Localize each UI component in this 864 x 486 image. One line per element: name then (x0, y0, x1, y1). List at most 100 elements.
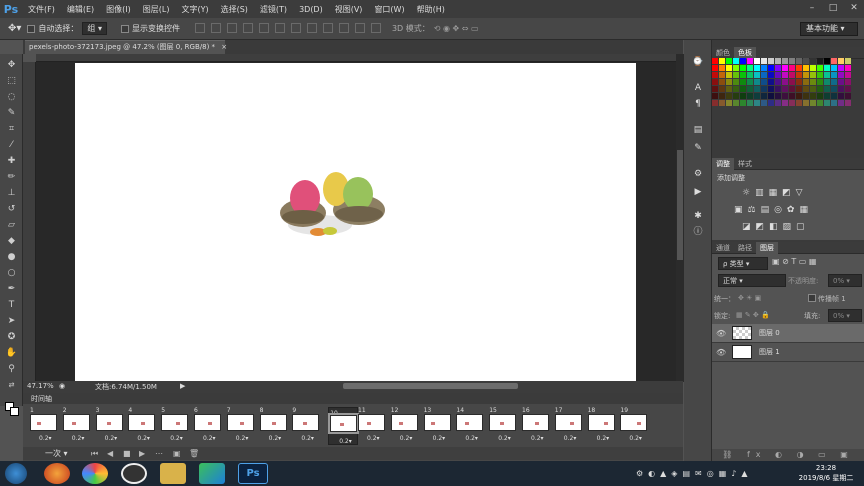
swatch[interactable] (719, 79, 725, 85)
swatch[interactable] (719, 86, 725, 92)
swatch[interactable] (726, 93, 732, 99)
swatch[interactable] (761, 79, 767, 85)
swatch[interactable] (740, 58, 746, 64)
frame-delay-dropdown[interactable]: 0.2▾ (236, 435, 249, 442)
swatch[interactable] (810, 100, 816, 106)
swatch[interactable] (824, 58, 830, 64)
swatch[interactable] (803, 65, 809, 71)
distribute-right-icon[interactable] (370, 22, 381, 33)
document-canvas[interactable] (75, 63, 636, 381)
layers-footer-icons[interactable]: ⛓ fx ◐ ◑ ▭ ▣ 🗑 (712, 449, 864, 471)
tool-presets-icon[interactable]: ⚙ (692, 168, 704, 180)
menu-filter[interactable]: 滤镜(T) (254, 4, 293, 15)
swatch[interactable] (775, 79, 781, 85)
swatch[interactable] (803, 86, 809, 92)
actions-play-icon[interactable]: ▶ (692, 186, 704, 198)
menu-edit[interactable]: 编辑(E) (61, 4, 100, 15)
loop-dropdown[interactable]: 一次 ▾ (45, 447, 68, 460)
swatch[interactable] (733, 72, 739, 78)
frame-delay-dropdown[interactable]: 0.2▾ (39, 435, 52, 442)
swatch[interactable] (740, 79, 746, 85)
timeline-frame[interactable]: 10 0.2▾ (328, 407, 360, 445)
horizontal-scroll-thumb[interactable] (343, 383, 518, 389)
close-button[interactable]: ✕ (844, 0, 864, 16)
stamp-tool-icon[interactable]: ⊥ (4, 187, 19, 200)
swatch[interactable] (719, 72, 725, 78)
swatch[interactable] (817, 100, 823, 106)
swatch[interactable] (747, 79, 753, 85)
menu-window[interactable]: 窗口(W) (368, 4, 410, 15)
swatch[interactable] (747, 58, 753, 64)
timeline-frame[interactable]: 9 0.2▾ (291, 407, 321, 445)
swatch[interactable] (733, 93, 739, 99)
shape-tool-icon[interactable]: ✪ (4, 331, 19, 344)
swatch[interactable] (789, 79, 795, 85)
swatch[interactable] (761, 58, 767, 64)
swatch[interactable] (775, 93, 781, 99)
marquee-tool-icon[interactable]: ⬚ (4, 75, 19, 88)
brush-panel-icon[interactable]: ✱ (692, 210, 704, 222)
propagate-checkbox[interactable] (808, 294, 816, 302)
move-tool-icon[interactable]: ✥▾ (8, 23, 21, 34)
swatch[interactable] (817, 86, 823, 92)
paint-bucket-tool-icon[interactable]: ◆ (4, 235, 19, 248)
swatch[interactable] (831, 93, 837, 99)
swatch[interactable] (782, 79, 788, 85)
timeline-frame[interactable]: 19 0.2▾ (619, 407, 649, 445)
swatch[interactable] (761, 93, 767, 99)
swatch[interactable] (796, 65, 802, 71)
swatch[interactable] (789, 86, 795, 92)
swatch[interactable] (845, 65, 851, 71)
swatch[interactable] (733, 58, 739, 64)
lasso-tool-icon[interactable]: ◌ (4, 91, 19, 104)
frame-delay-dropdown[interactable]: 0.2▾ (137, 435, 150, 442)
timeline-frame[interactable]: 5 0.2▾ (160, 407, 190, 445)
blur-tool-icon[interactable]: ● (4, 251, 19, 264)
swatch[interactable] (719, 93, 725, 99)
swatch[interactable] (782, 93, 788, 99)
swatch[interactable] (789, 58, 795, 64)
system-tray-icons[interactable]: ⚙◐▲◈▤✉◎▦♪▲ (636, 469, 753, 478)
workspace-dropdown[interactable]: 基本功能 ▾ (800, 22, 858, 36)
swatch[interactable] (747, 100, 753, 106)
swatch[interactable] (768, 79, 774, 85)
align-bottom-icon[interactable] (226, 22, 237, 33)
align-middle-icon[interactable] (210, 22, 221, 33)
layer-filter-icons[interactable]: ▣ ⊘ T ▭ ▦ (772, 257, 816, 266)
swatch[interactable] (775, 100, 781, 106)
timeline-frame[interactable]: 6 0.2▾ (193, 407, 223, 445)
swatch[interactable] (712, 65, 718, 71)
swatch[interactable] (761, 86, 767, 92)
swatch[interactable] (782, 65, 788, 71)
info-icon[interactable]: ⓘ (692, 226, 704, 238)
swatch[interactable] (831, 65, 837, 71)
start-button-icon[interactable] (5, 463, 27, 484)
visibility-eye-icon[interactable]: 👁 (716, 348, 726, 357)
align-icons[interactable] (192, 22, 384, 35)
menu-select[interactable]: 选择(S) (215, 4, 254, 15)
timeline-frame[interactable]: 1 0.2▾ (29, 407, 59, 445)
frame-delay-dropdown[interactable]: 0.2▾ (105, 435, 118, 442)
timeline-frame[interactable]: 14 0.2▾ (455, 407, 485, 445)
swatch[interactable] (782, 58, 788, 64)
dodge-tool-icon[interactable]: ○ (4, 267, 19, 280)
opacity-field[interactable]: 0% ▾ (828, 274, 862, 287)
first-frame-icon[interactable]: ⏮ (91, 447, 98, 460)
swatch[interactable] (803, 79, 809, 85)
swatch[interactable] (754, 79, 760, 85)
swatch[interactable] (740, 93, 746, 99)
media-player-icon[interactable] (199, 463, 225, 484)
background-color-swatch[interactable] (10, 407, 19, 416)
timeline-frame[interactable]: 4 0.2▾ (127, 407, 157, 445)
firefox-icon[interactable] (44, 463, 70, 484)
path-select-tool-icon[interactable]: ➤ (4, 315, 19, 328)
frame-delay-dropdown[interactable]: 0.2▾ (203, 435, 216, 442)
swatch[interactable] (803, 72, 809, 78)
swatch[interactable] (740, 72, 746, 78)
swatch[interactable] (712, 86, 718, 92)
swatch[interactable] (712, 58, 718, 64)
distribute-top-icon[interactable] (290, 22, 301, 33)
restore-button[interactable]: □ (823, 0, 843, 16)
swatch[interactable] (740, 86, 746, 92)
swatch[interactable] (754, 58, 760, 64)
